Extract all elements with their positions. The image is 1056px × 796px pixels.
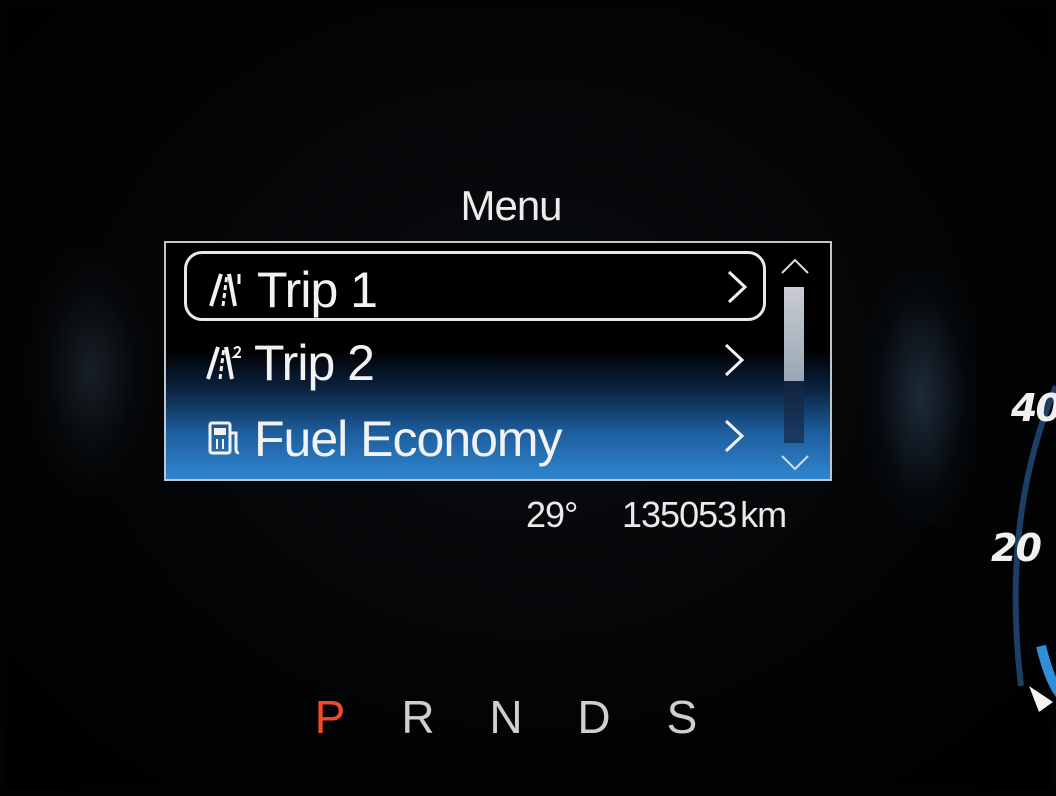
chevron-right-icon [724,419,745,453]
odometer-value: 135053 [622,494,737,535]
menu-scrollbar[interactable] [778,257,812,471]
gear-drive: D [577,691,611,743]
menu-item-label: Trip 1 [257,262,378,318]
outside-temperature: 29° [526,494,578,535]
trip-1-road-icon [209,273,241,307]
background-glow-right [866,266,976,526]
chevron-down-icon[interactable] [780,453,810,471]
menu-item-trip-1[interactable]: Trip 1 [184,251,766,321]
menu-item-fuel-economy[interactable]: Fuel Economy [184,403,766,473]
menu-item-trip-2[interactable]: Trip 2 [184,327,766,397]
scrollbar-segment-divider [784,410,804,412]
speedometer-needle [1029,686,1053,712]
gear-park: P [314,691,346,743]
trip-2-road-icon [206,346,242,380]
gear-selector: PRNDS [286,690,726,744]
chevron-up-icon[interactable] [780,257,810,275]
scrollbar-thumb[interactable] [784,287,804,381]
chevron-right-icon [727,270,748,304]
gear-reverse: R [401,691,435,743]
fuel-pump-icon [208,421,240,455]
menu-panel: Trip 1 Trip 2 Fuel Economy [164,241,832,481]
instrument-cluster-display: Menu Trip 1 Trip 2 Fuel Economy 29° 1350… [6,6,1056,790]
speedometer-gauge: 40 20 [981,366,1056,726]
menu-title: Menu [460,182,562,229]
menu-item-label: Fuel Economy [254,411,563,467]
gear-sport: S [666,691,698,743]
status-bar: 29° 135053 km [526,494,787,536]
background-glow-left [26,246,156,496]
speedometer-label: 20 [991,526,1042,570]
odometer-unit: km [740,494,787,535]
speedometer-label: 40 [1011,386,1056,430]
menu-item-label: Trip 2 [254,335,375,391]
gear-neutral: N [489,691,523,743]
chevron-right-icon [724,343,745,377]
